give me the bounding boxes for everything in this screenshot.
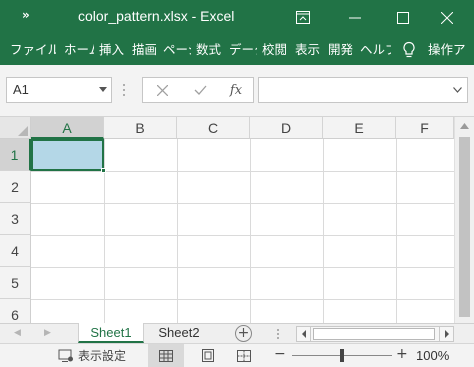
page-layout-icon <box>202 349 214 362</box>
tab-view[interactable]: 表示 <box>295 35 323 65</box>
gridline <box>323 139 324 323</box>
gridline <box>177 139 178 323</box>
maximize-button[interactable] <box>388 0 418 35</box>
vertical-scroll-thumb[interactable] <box>459 137 470 317</box>
column-header-b[interactable]: B <box>104 117 177 139</box>
normal-view-button[interactable] <box>148 344 184 367</box>
name-box-value: A1 <box>13 82 29 97</box>
scroll-up-icon[interactable] <box>460 123 469 129</box>
minimize-icon <box>349 17 361 18</box>
gridline <box>104 139 105 323</box>
ribbon-display-icon <box>296 11 310 24</box>
gridline <box>31 235 454 236</box>
maximize-icon <box>397 11 409 24</box>
row-header-3[interactable]: 3 <box>0 203 31 235</box>
zoom-slider-knob[interactable] <box>340 349 344 362</box>
select-all-button[interactable] <box>0 117 31 139</box>
scroll-left-icon <box>302 330 306 338</box>
name-box[interactable]: A1 <box>6 77 112 103</box>
window-title: color_pattern.xlsx - Excel <box>78 8 235 24</box>
cancel-button[interactable] <box>147 78 177 102</box>
check-icon <box>194 85 206 95</box>
scroll-right-icon <box>445 330 449 338</box>
tab-home[interactable]: ホーム <box>64 35 94 65</box>
title-bar: » color_pattern.xlsx - Excel <box>0 0 474 35</box>
status-bar: 表示設定 − + 100% <box>0 343 474 367</box>
row-header-6[interactable]: 6 <box>0 299 31 323</box>
tab-help[interactable]: ヘルプ <box>360 35 391 65</box>
zoom-level[interactable]: 100% <box>416 348 449 363</box>
tab-file[interactable]: ファイル <box>10 35 56 65</box>
scroll-sheets-left-icon[interactable]: ◀ <box>14 328 21 338</box>
row-header-4[interactable]: 4 <box>0 235 31 267</box>
normal-view-icon <box>159 349 173 362</box>
gridline <box>31 267 454 268</box>
scroll-right-button[interactable] <box>439 327 453 341</box>
row-header-1[interactable]: 1 <box>0 139 31 171</box>
selected-cell-a1[interactable] <box>31 139 104 171</box>
ribbon-tab-bar: ファイル ホーム 挿入 描画 ページ 数式 データ 校閲 表示 開発 ヘルプ 操… <box>0 35 474 65</box>
insert-function-button[interactable]: fx <box>221 78 251 102</box>
minimize-button[interactable] <box>340 0 370 35</box>
plus-icon: + <box>237 325 250 341</box>
formula-input[interactable] <box>258 77 468 103</box>
tab-formulas[interactable]: 数式 <box>196 35 224 65</box>
tab-data[interactable]: データ <box>229 35 257 65</box>
column-header-f[interactable]: F <box>396 117 454 139</box>
zoom-slider[interactable] <box>292 349 392 362</box>
sheet-tab-sheet2[interactable]: Sheet2 <box>146 323 212 343</box>
column-header-c[interactable]: C <box>177 117 250 139</box>
column-header-d[interactable]: D <box>250 117 323 139</box>
close-button[interactable] <box>432 0 462 35</box>
close-icon <box>441 11 453 24</box>
gridline <box>250 139 251 323</box>
chevron-down-icon[interactable] <box>99 87 107 92</box>
gridline <box>31 299 454 300</box>
tab-splitter-icon[interactable] <box>276 328 280 340</box>
display-settings-button[interactable]: 表示設定 <box>58 347 126 364</box>
horizontal-scrollbar[interactable] <box>296 326 454 342</box>
formula-bar-area: A1 fx <box>0 65 474 117</box>
page-break-preview-button[interactable] <box>226 344 262 367</box>
enter-button[interactable] <box>185 78 215 102</box>
tab-draw[interactable]: 描画 <box>132 35 160 65</box>
display-settings-label: 表示設定 <box>78 349 127 363</box>
function-icon: fx <box>229 82 243 98</box>
worksheet-grid[interactable]: A B C D E F 1 2 3 4 5 6 <box>0 117 474 323</box>
gridline <box>31 171 454 172</box>
lightbulb-icon[interactable] <box>400 41 418 59</box>
scroll-left-button[interactable] <box>297 327 311 341</box>
tab-page-layout[interactable]: ページ <box>163 35 191 65</box>
fill-handle[interactable] <box>101 168 106 173</box>
zoom-in-button[interactable]: + <box>396 346 408 362</box>
gridline <box>396 139 397 323</box>
row-header-2[interactable]: 2 <box>0 171 31 203</box>
sheet-tab-bar: ◀ ▶ Sheet1 Sheet2 + <box>0 323 474 343</box>
column-header-a[interactable]: A <box>31 117 104 139</box>
new-sheet-button[interactable]: + <box>235 325 252 342</box>
tab-review[interactable]: 校閲 <box>262 35 290 65</box>
horizontal-scroll-thumb[interactable] <box>313 328 435 340</box>
vertical-scrollbar[interactable] <box>454 117 474 323</box>
tab-developer[interactable]: 開発 <box>328 35 356 65</box>
row-header-5[interactable]: 5 <box>0 267 31 299</box>
drag-handle-icon[interactable] <box>122 83 126 97</box>
expand-formula-bar-icon[interactable] <box>453 87 462 93</box>
page-break-icon <box>237 349 251 362</box>
column-header-e[interactable]: E <box>323 117 396 139</box>
tab-insert[interactable]: 挿入 <box>99 35 127 65</box>
zoom-out-button[interactable]: − <box>274 346 286 362</box>
scroll-sheets-right-icon[interactable]: ▶ <box>44 328 51 338</box>
tell-me-search[interactable]: 操作ア <box>428 35 474 65</box>
display-settings-icon <box>58 349 73 362</box>
page-layout-view-button[interactable] <box>190 344 226 367</box>
cancel-icon <box>156 84 168 96</box>
quick-access-toolbar-button[interactable]: » <box>22 8 30 22</box>
ribbon-display-options-button[interactable] <box>288 0 318 35</box>
gridline <box>31 203 454 204</box>
formula-buttons: fx <box>142 77 254 103</box>
sheet-tab-sheet1[interactable]: Sheet1 <box>78 323 144 343</box>
